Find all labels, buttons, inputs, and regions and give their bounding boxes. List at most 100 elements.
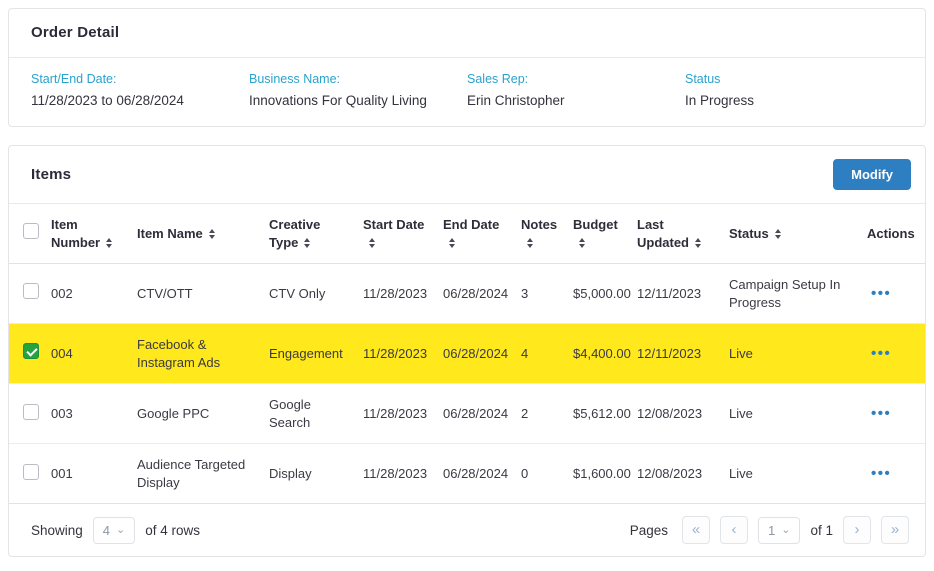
column-header-start-date[interactable]: Start Date (357, 204, 437, 264)
actions-menu-button[interactable]: ••• (867, 343, 895, 364)
double-chevron-right-icon: » (891, 521, 899, 538)
sort-icon[interactable] (369, 238, 375, 248)
cell-end-date: 06/28/2024 (437, 384, 515, 444)
order-detail-panel: Order Detail Start/End Date: 11/28/2023 … (8, 8, 926, 127)
items-title: Items (31, 166, 71, 183)
cell-item-name: CTV/OTT (131, 264, 263, 324)
cell-item-name: Google PPC (131, 384, 263, 444)
column-header-item-name[interactable]: Item Name (131, 204, 263, 264)
column-header-item-number[interactable]: Item Number (45, 204, 131, 264)
cell-notes: 2 (515, 384, 567, 444)
table-row: 001 Audience Targeted Display Display 11… (9, 444, 925, 504)
sort-icon[interactable] (209, 229, 215, 239)
row-checkbox[interactable] (23, 464, 39, 480)
row-checkbox[interactable] (23, 343, 39, 359)
sort-icon[interactable] (775, 229, 781, 239)
select-all-checkbox[interactable] (23, 223, 39, 239)
chevron-down-icon: ⌄ (781, 527, 790, 533)
column-header-creative-type[interactable]: Creative Type (263, 204, 357, 264)
rows-summary: of 4 rows (145, 523, 200, 538)
cell-budget: $5,000.00 (567, 264, 631, 324)
column-header-status[interactable]: Status (723, 204, 861, 264)
table-row: 003 Google PPC Google Search 11/28/2023 … (9, 384, 925, 444)
field-start-end-date: Start/End Date: 11/28/2023 to 06/28/2024 (31, 72, 249, 108)
cell-notes: 0 (515, 444, 567, 504)
field-value: Innovations For Quality Living (249, 93, 455, 108)
pages-summary: of 1 (810, 523, 833, 538)
sort-icon[interactable] (106, 238, 112, 248)
column-header-end-date[interactable]: End Date (437, 204, 515, 264)
rows-per-page-select[interactable]: 4 ⌄ (93, 517, 135, 544)
cell-end-date: 06/28/2024 (437, 444, 515, 504)
table-footer: Showing 4 ⌄ of 4 rows Pages « ‹ 1 ⌄ of 1… (9, 504, 925, 556)
last-page-button[interactable]: » (881, 516, 909, 544)
row-checkbox[interactable] (23, 404, 39, 420)
cell-status: Campaign Setup In Progress (723, 264, 861, 324)
column-header-notes[interactable]: Notes (515, 204, 567, 264)
field-value: Erin Christopher (467, 93, 673, 108)
field-status: Status In Progress (685, 72, 903, 108)
cell-budget: $4,400.00 (567, 324, 631, 384)
previous-page-button[interactable]: ‹ (720, 516, 748, 544)
items-header: Items Modify (9, 146, 925, 204)
order-detail-title: Order Detail (31, 24, 119, 41)
current-page-value: 1 (768, 523, 775, 538)
chevron-right-icon: › (855, 521, 860, 538)
double-chevron-left-icon: « (692, 521, 700, 538)
actions-menu-button[interactable]: ••• (867, 403, 895, 424)
cell-start-date: 11/28/2023 (357, 324, 437, 384)
cell-last-updated: 12/08/2023 (631, 444, 723, 504)
cell-creative-type: CTV Only (263, 264, 357, 324)
chevron-left-icon: ‹ (732, 521, 737, 538)
sort-icon[interactable] (527, 238, 533, 248)
table-row: 002 CTV/OTT CTV Only 11/28/2023 06/28/20… (9, 264, 925, 324)
cell-last-updated: 12/11/2023 (631, 264, 723, 324)
field-label: Business Name: (249, 72, 455, 86)
items-panel: Items Modify Item Number Item Name Creat… (8, 145, 926, 557)
row-checkbox[interactable] (23, 283, 39, 299)
cell-item-number: 002 (45, 264, 131, 324)
cell-notes: 4 (515, 324, 567, 384)
cell-item-number: 001 (45, 444, 131, 504)
actions-menu-button[interactable]: ••• (867, 463, 895, 484)
cell-budget: $5,612.00 (567, 384, 631, 444)
sort-icon[interactable] (579, 238, 585, 248)
column-header-budget[interactable]: Budget (567, 204, 631, 264)
cell-budget: $1,600.00 (567, 444, 631, 504)
rows-per-page-value: 4 (103, 523, 110, 538)
column-header-actions: Actions (861, 204, 925, 264)
cell-end-date: 06/28/2024 (437, 324, 515, 384)
next-page-button[interactable]: › (843, 516, 871, 544)
items-table: Item Number Item Name Creative Type Star… (9, 204, 925, 504)
cell-status: Live (723, 324, 861, 384)
cell-last-updated: 12/11/2023 (631, 324, 723, 384)
modify-button[interactable]: Modify (833, 159, 911, 190)
ellipsis-icon: ••• (871, 285, 891, 302)
first-page-button[interactable]: « (682, 516, 710, 544)
cell-last-updated: 12/08/2023 (631, 384, 723, 444)
field-label: Sales Rep: (467, 72, 673, 86)
actions-menu-button[interactable]: ••• (867, 283, 895, 304)
sort-icon[interactable] (449, 238, 455, 248)
cell-notes: 3 (515, 264, 567, 324)
cell-start-date: 11/28/2023 (357, 264, 437, 324)
pages-label: Pages (630, 523, 668, 538)
field-business-name: Business Name: Innovations For Quality L… (249, 72, 467, 108)
cell-start-date: 11/28/2023 (357, 384, 437, 444)
sort-icon[interactable] (695, 238, 701, 248)
cell-creative-type: Google Search (263, 384, 357, 444)
cell-item-number: 004 (45, 324, 131, 384)
ellipsis-icon: ••• (871, 345, 891, 362)
chevron-down-icon: ⌄ (116, 527, 125, 533)
cell-status: Live (723, 384, 861, 444)
showing-label: Showing (31, 523, 83, 538)
ellipsis-icon: ••• (871, 465, 891, 482)
field-label: Status (685, 72, 891, 86)
column-header-last-updated[interactable]: Last Updated (631, 204, 723, 264)
cell-creative-type: Engagement (263, 324, 357, 384)
sort-icon[interactable] (304, 238, 310, 248)
table-row: 004 Facebook & Instagram Ads Engagement … (9, 324, 925, 384)
field-value: In Progress (685, 93, 891, 108)
cell-item-name: Facebook & Instagram Ads (131, 324, 263, 384)
page-select[interactable]: 1 ⌄ (758, 517, 800, 544)
